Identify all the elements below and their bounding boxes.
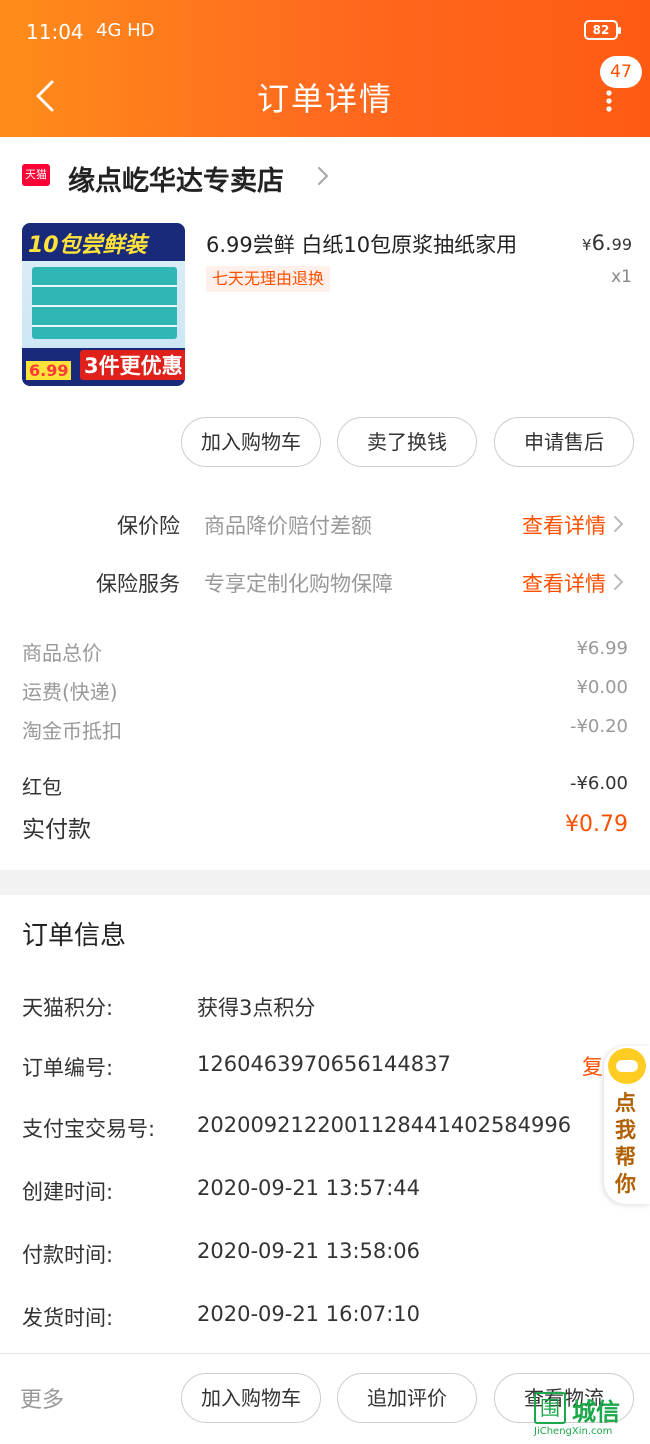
product-price: ¥6.99 bbox=[582, 231, 632, 255]
product-thumbnail[interactable]: 10包尝鲜装 6.99 3件更优惠 bbox=[22, 223, 185, 386]
red-packet-value: -¥6.00 bbox=[569, 773, 628, 794]
assistant-avatar-icon bbox=[608, 1048, 646, 1084]
page-title: 订单详情 bbox=[256, 80, 393, 118]
customer-service-helper[interactable]: 点我帮你 bbox=[604, 1046, 650, 1204]
paid-time-label: 付款时间: bbox=[22, 1243, 114, 1267]
paid-time-value: 2020-09-21 13:58:06 bbox=[197, 1239, 421, 1263]
after-sale-button[interactable]: 申请售后 bbox=[494, 417, 634, 467]
chevron-right-icon bbox=[614, 516, 624, 532]
more-options-button[interactable]: 更多 bbox=[20, 1382, 64, 1414]
alipay-trade-label: 支付宝交易号: bbox=[22, 1117, 156, 1141]
service-desc-price-protect: 商品降价赔付差额 bbox=[204, 514, 372, 538]
service-label-insurance: 保险服务 bbox=[96, 572, 180, 596]
view-details-link[interactable]: 查看详情 bbox=[522, 510, 606, 540]
price-decimal: 99 bbox=[611, 235, 632, 254]
thumbnail-bottom-banner: 6.99 3件更优惠 bbox=[22, 348, 185, 386]
product-quantity: x1 bbox=[611, 267, 632, 287]
service-label-price-protect: 保价险 bbox=[117, 514, 180, 538]
paid-amount-value: ¥0.79 bbox=[565, 812, 628, 837]
bottom-action-bar: 更多 加入购物车 追加评价 查看物流 围 城信 JiChengXin.com bbox=[0, 1353, 650, 1444]
helper-text: 点我帮你 bbox=[615, 1091, 636, 1196]
shop-name[interactable]: 缘点屹华达专卖店 bbox=[68, 159, 284, 198]
points-value: 获得3点积分 bbox=[197, 996, 316, 1020]
product-title[interactable]: 6.99尝鲜 白纸10包原浆抽纸家用 bbox=[206, 229, 517, 259]
created-time-value: 2020-09-21 13:57:44 bbox=[197, 1176, 421, 1200]
status-bar: 11:04 4G HD 82 bbox=[26, 18, 624, 48]
order-number-label: 订单编号: bbox=[22, 1056, 114, 1080]
tissue-stripe bbox=[32, 305, 177, 307]
coins-value: -¥0.20 bbox=[569, 716, 628, 737]
price-int: 6. bbox=[591, 231, 612, 255]
goods-total-value: ¥6.99 bbox=[576, 638, 628, 659]
thumbnail-price: 6.99 bbox=[26, 361, 72, 380]
view-details-link[interactable]: 查看详情 bbox=[522, 568, 606, 598]
thumbnail-top-banner: 10包尝鲜装 bbox=[22, 223, 185, 261]
paid-amount-label: 实付款 bbox=[22, 817, 91, 843]
service-desc-insurance: 专享定制化购物保障 bbox=[204, 572, 393, 596]
chevron-right-icon bbox=[614, 574, 624, 590]
coins-label: 淘金币抵扣 bbox=[22, 719, 122, 743]
shipped-time-value: 2020-09-21 16:07:10 bbox=[197, 1302, 421, 1326]
tissue-stripe bbox=[32, 285, 177, 287]
message-count-badge[interactable]: 47 bbox=[600, 56, 642, 88]
add-review-button[interactable]: 追加评价 bbox=[337, 1373, 477, 1423]
resell-button[interactable]: 卖了换钱 bbox=[337, 417, 477, 467]
header-bar: 11:04 4G HD 82 订单详情 47 bbox=[0, 0, 650, 137]
chevron-right-icon bbox=[317, 166, 329, 186]
add-to-cart-button[interactable]: 加入购物车 bbox=[181, 1373, 321, 1423]
goods-total-label: 商品总价 bbox=[22, 641, 102, 665]
shipping-value: ¥0.00 bbox=[576, 677, 628, 698]
battery-icon: 82 bbox=[584, 20, 621, 40]
order-info-title: 订单信息 bbox=[22, 921, 127, 951]
order-product-card: 天猫 缘点屹华达专卖店 10包尝鲜装 6.99 3件更优惠 6.99尝鲜 白纸1… bbox=[0, 137, 650, 870]
watermark-url: JiChengXin.com bbox=[534, 1426, 613, 1437]
shipped-time-label: 发货时间: bbox=[22, 1306, 114, 1330]
add-to-cart-button[interactable]: 加入购物车 bbox=[181, 417, 321, 467]
price-symbol: ¥ bbox=[582, 236, 592, 254]
order-number-value: 1260463970656144837 bbox=[197, 1052, 451, 1076]
watermark-name: 城信 bbox=[572, 1398, 620, 1426]
more-menu-icon[interactable] bbox=[604, 90, 614, 112]
watermark-logo-icon: 围 bbox=[534, 1392, 566, 1424]
order-info-card: 订单信息 天猫积分: 获得3点积分 订单编号: 1260463970656144… bbox=[0, 895, 650, 1353]
site-watermark: 围 城信 JiChengXin.com bbox=[534, 1392, 650, 1442]
red-packet-label: 红包 bbox=[22, 775, 62, 799]
network-indicator: 4G HD bbox=[96, 20, 155, 41]
points-label: 天猫积分: bbox=[22, 996, 114, 1020]
tmall-logo-icon: 天猫 bbox=[22, 164, 50, 186]
alipay-trade-value: 2020092122001128441402584996 bbox=[197, 1113, 572, 1137]
tissue-pack-graphic bbox=[32, 267, 177, 339]
return-policy-tag: 七天无理由退换 bbox=[206, 266, 331, 292]
thumbnail-top-text: 10包尝鲜装 bbox=[28, 233, 147, 258]
created-time-label: 创建时间: bbox=[22, 1180, 114, 1204]
shipping-label: 运费(快递) bbox=[22, 680, 118, 704]
status-time: 11:04 bbox=[26, 20, 84, 44]
thumbnail-bottom-text: 3件更优惠 bbox=[80, 350, 185, 380]
tissue-stripe bbox=[32, 325, 177, 327]
copy-order-number-button[interactable]: 复 bbox=[582, 1051, 603, 1081]
